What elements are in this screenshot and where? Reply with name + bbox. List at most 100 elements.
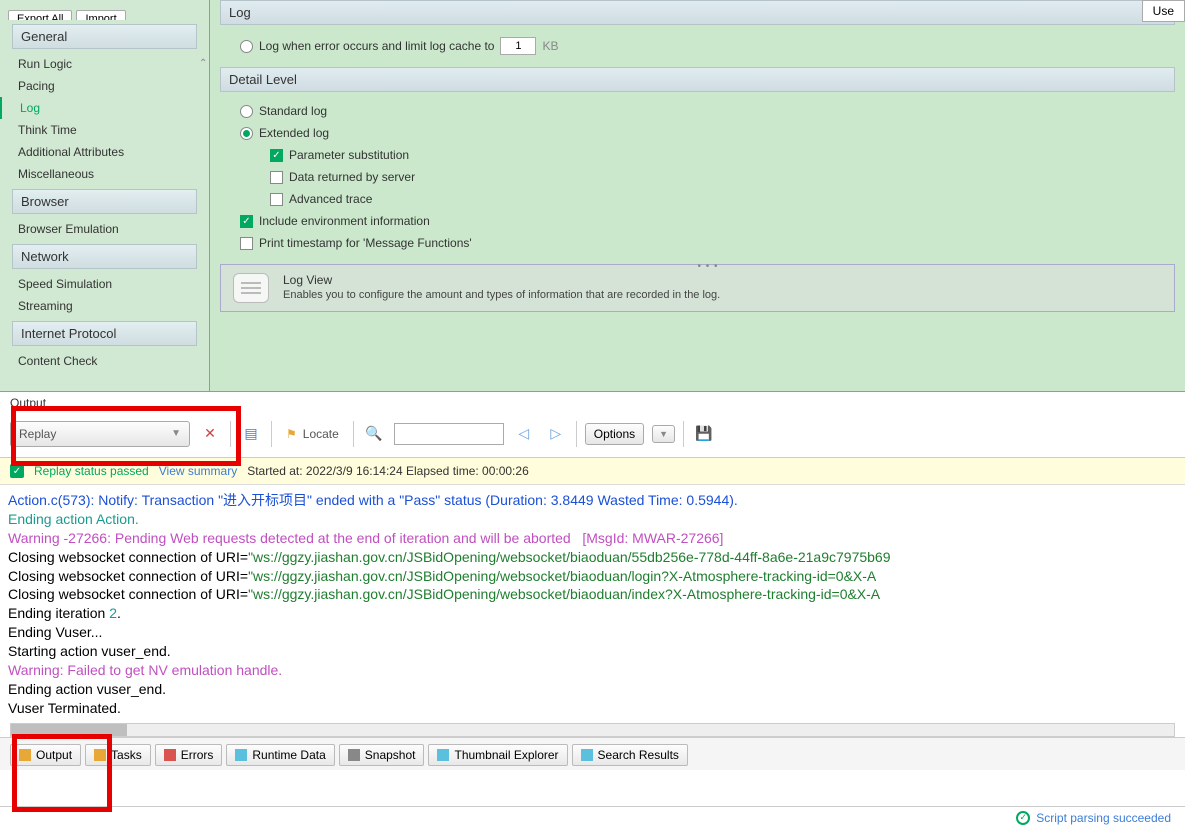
options-button[interactable]: Options (585, 423, 644, 445)
chevron-down-icon: ▼ (659, 429, 668, 439)
detail-level-header: Detail Level (220, 67, 1175, 92)
label-log-when-error: Log when error occurs and limit log cach… (259, 39, 494, 53)
checkbox-advanced-trace[interactable] (270, 193, 283, 206)
tab-label: Runtime Data (252, 748, 325, 762)
chevron-down-icon: ▼ (171, 428, 181, 439)
log-view-info: • • • Log View Enables you to configure … (220, 264, 1175, 312)
checkbox-parameter-substitution[interactable]: ✓ (270, 149, 283, 162)
prev-icon[interactable]: ◁ (512, 422, 536, 446)
console-output[interactable]: Action.c(573): Notify: Transaction "进入开标… (0, 485, 1185, 723)
separator (353, 421, 354, 447)
save-icon[interactable]: 💾 (692, 422, 716, 446)
tab-label: Search Results (598, 748, 679, 762)
tab-label: Output (36, 748, 72, 762)
output-section: Output Replay ▼ ✕ ▤ ⚑ Locate 🔍 ◁ ▷ Optio… (0, 392, 1185, 770)
section-network[interactable]: Network (12, 244, 197, 269)
label-kb: KB (542, 39, 558, 53)
label-include-env: Include environment information (259, 214, 430, 228)
separator (683, 421, 684, 447)
scrollbar-thumb[interactable] (11, 724, 127, 736)
flag-icon: ⚑ (286, 427, 297, 441)
separator (576, 421, 577, 447)
checkbox-data-returned[interactable] (270, 171, 283, 184)
log-view-desc: Enables you to configure the amount and … (283, 289, 720, 301)
tab-icon (164, 749, 176, 761)
tab-output[interactable]: Output (10, 744, 81, 766)
settings-panel: Export All Import General Run Logic Paci… (0, 0, 1185, 392)
tab-label: Snapshot (365, 748, 416, 762)
tab-icon (581, 749, 593, 761)
locate-button[interactable]: ⚑ Locate (280, 424, 345, 444)
import-button[interactable]: Import (76, 10, 125, 20)
sidebar-item-miscellaneous[interactable]: Miscellaneous (0, 163, 209, 185)
sidebar-item-content-check[interactable]: Content Check (0, 350, 209, 372)
check-circle-icon: ✓ (1016, 811, 1030, 825)
sidebar-item-pacing[interactable]: Pacing (0, 75, 209, 97)
export-icon[interactable]: ▤ (239, 422, 263, 446)
separator (230, 421, 231, 447)
separator (271, 421, 272, 447)
bottom-tabs: Output Tasks Errors Runtime Data Snapshot Thu… (0, 737, 1185, 770)
replay-dropdown-label: Replay (19, 427, 56, 441)
footer-status-bar: ✓ Script parsing succeeded (0, 806, 1185, 828)
log-view-title: Log View (283, 273, 720, 287)
label-parameter-substitution: Parameter substitution (289, 148, 409, 162)
label-advanced-trace: Advanced trace (289, 192, 372, 206)
tab-icon (437, 749, 449, 761)
radio-log-when-error[interactable] (240, 40, 253, 53)
tab-icon (19, 749, 31, 761)
input-log-cache[interactable] (500, 37, 536, 55)
sidebar-item-think-time[interactable]: Think Time (0, 119, 209, 141)
label-data-returned: Data returned by server (289, 170, 415, 184)
check-icon: ✓ (10, 464, 24, 478)
status-started-label: Started at: 2022/3/9 16:14:24 Elapsed ti… (247, 464, 529, 478)
clear-icon[interactable]: ✕ (198, 422, 222, 446)
options-label: Options (594, 427, 635, 441)
status-line: ✓ Replay status passed View summary Star… (0, 458, 1185, 485)
tab-search-results[interactable]: Search Results (572, 744, 688, 766)
tab-thumbnail-explorer[interactable]: Thumbnail Explorer (428, 744, 567, 766)
tab-snapshot[interactable]: Snapshot (339, 744, 425, 766)
locate-label: Locate (303, 427, 339, 441)
tab-label: Thumbnail Explorer (454, 748, 558, 762)
sidebar-item-additional-attributes[interactable]: Additional Attributes (0, 141, 209, 163)
tab-tasks[interactable]: Tasks (85, 744, 151, 766)
checkbox-include-env[interactable]: ✓ (240, 215, 253, 228)
sidebar-item-speed-simulation[interactable]: Speed Simulation (0, 273, 209, 295)
view-summary-link[interactable]: View summary (159, 464, 237, 478)
section-browser[interactable]: Browser (12, 189, 197, 214)
sidebar-item-streaming[interactable]: Streaming (0, 295, 209, 317)
checkbox-print-timestamp[interactable] (240, 237, 253, 250)
horizontal-scrollbar[interactable] (10, 723, 1175, 737)
section-general[interactable]: General (12, 24, 197, 49)
tab-icon (235, 749, 247, 761)
drag-handle-icon[interactable]: • • • (698, 261, 719, 272)
section-internet-protocol[interactable]: Internet Protocol (12, 321, 197, 346)
options-caret-button[interactable]: ▼ (652, 425, 675, 443)
log-view-icon (233, 273, 269, 303)
radio-standard-log[interactable] (240, 105, 253, 118)
tab-icon (94, 749, 106, 761)
settings-content: Log Use Log when error occurs and limit … (210, 0, 1185, 391)
tab-label: Errors (181, 748, 214, 762)
tab-runtime-data[interactable]: Runtime Data (226, 744, 334, 766)
export-all-button[interactable]: Export All (8, 10, 72, 20)
sidebar-item-log[interactable]: Log (0, 97, 209, 119)
sidebar-scrollbar[interactable]: ⌃ (199, 58, 207, 389)
sidebar-item-browser-emulation[interactable]: Browser Emulation (0, 218, 209, 240)
sidebar-item-run-logic[interactable]: Run Logic (0, 53, 209, 75)
replay-dropdown[interactable]: Replay ▼ (10, 421, 190, 447)
tab-errors[interactable]: Errors (155, 744, 223, 766)
next-icon[interactable]: ▷ (544, 422, 568, 446)
status-passed-label: Replay status passed (34, 464, 149, 478)
sidebar: Export All Import General Run Logic Paci… (0, 0, 210, 391)
search-input[interactable] (394, 423, 504, 445)
label-standard-log: Standard log (259, 104, 327, 118)
radio-extended-log[interactable] (240, 127, 253, 140)
use-button[interactable]: Use (1142, 0, 1185, 22)
tab-label: Tasks (111, 748, 142, 762)
label-extended-log: Extended log (259, 126, 329, 140)
search-icon[interactable]: 🔍 (362, 422, 386, 446)
label-print-timestamp: Print timestamp for 'Message Functions' (259, 236, 472, 250)
footer-status-label: Script parsing succeeded (1036, 811, 1171, 825)
